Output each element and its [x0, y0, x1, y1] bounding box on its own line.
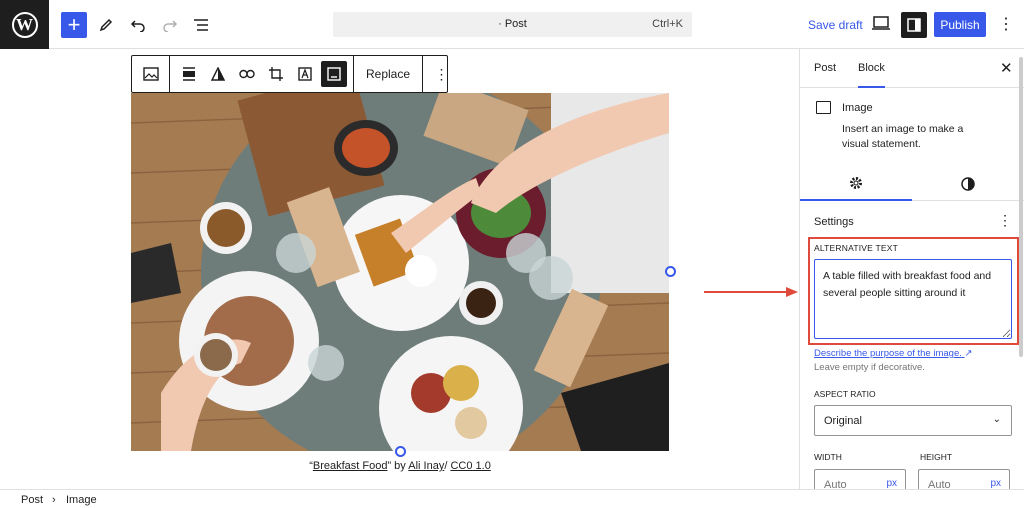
add-block-button[interactable]: + [61, 12, 87, 38]
close-icon[interactable]: ✕ [1000, 59, 1013, 77]
redo-button[interactable] [157, 12, 183, 38]
preview-icon[interactable] [872, 16, 890, 30]
sidebar-icon [907, 18, 921, 32]
half-circle-styles-icon [961, 177, 975, 191]
resize-handle-right[interactable] [665, 266, 676, 277]
height-label: HEIGHT [920, 452, 953, 462]
document-overview-button[interactable] [188, 12, 214, 38]
breadcrumb-image: Image [66, 494, 97, 506]
crop-icon [268, 67, 283, 81]
gear-icon [850, 177, 862, 189]
width-placeholder: Auto [824, 479, 847, 489]
plus-icon: + [67, 12, 81, 37]
text-over-image-button[interactable] [290, 59, 319, 89]
caption-toggle-button[interactable] [321, 61, 347, 87]
aspect-ratio-select[interactable]: Original ⌄ [814, 405, 1012, 436]
wordpress-logo-button[interactable]: W [0, 0, 49, 49]
height-input[interactable]: Auto px [918, 469, 1010, 489]
block-toolbar: Replace ⋮ [131, 55, 449, 93]
link-button[interactable] [232, 59, 261, 89]
list-view-icon [194, 19, 208, 31]
aspect-ratio-label: ASPECT RATIO [814, 389, 876, 399]
settings-sidebar: Post Block ✕ Image Insert an image to ma… [799, 49, 1024, 489]
command-palette-bar[interactable]: · Post Ctrl+K [333, 12, 692, 37]
link-icon [238, 69, 255, 79]
settings-toggle-button[interactable] [901, 12, 927, 38]
redo-icon [163, 20, 178, 32]
sidebar-tabs: Post Block ✕ [800, 49, 1024, 88]
width-input[interactable]: Auto px [814, 469, 906, 489]
options-group: ⋮ [423, 56, 460, 92]
alt-text-help-link-text: Describe the purpose of the image. [814, 348, 962, 359]
sidebar-scrollbar[interactable] [1019, 57, 1023, 357]
replace-button[interactable]: Replace [358, 67, 418, 81]
tab-block[interactable]: Block [858, 62, 885, 88]
tab-settings[interactable] [800, 167, 912, 201]
chevron-down-icon: ⌄ [992, 414, 1001, 425]
tab-post[interactable]: Post [814, 62, 836, 74]
external-link-icon: ↗ [964, 348, 973, 359]
caption-license-link[interactable]: CC0 1.0 [450, 460, 490, 472]
block-title: Image [842, 102, 873, 114]
alt-text-help: Leave empty if decorative. [814, 362, 925, 373]
undo-button[interactable] [125, 12, 151, 38]
image-caption[interactable]: “Breakfast Food” by Ali Inay/ CC0 1.0 [131, 460, 669, 472]
image-tools-group [170, 56, 354, 92]
annotation-arrow [704, 287, 798, 297]
alt-text-label: ALTERNATIVE TEXT [814, 243, 898, 253]
tab-styles[interactable] [912, 167, 1024, 201]
command-bar-label: · Post [498, 18, 527, 30]
block-description: Insert an image to make a visual stateme… [842, 123, 964, 150]
text-over-image-icon [297, 67, 312, 81]
more-options-icon[interactable]: ⋮ [998, 14, 1014, 34]
undo-icon [130, 20, 145, 32]
height-placeholder: Auto [928, 479, 951, 489]
duotone-button[interactable] [203, 59, 232, 89]
caption-author-link[interactable]: Ali Inay [408, 460, 444, 472]
caption-by: by [391, 460, 409, 472]
block-type-group [132, 56, 170, 92]
caption-title-link[interactable]: Breakfast Food [313, 460, 388, 472]
image-icon [142, 67, 159, 81]
command-bar-shortcut: Ctrl+K [652, 18, 683, 30]
aspect-ratio-value: Original [824, 415, 862, 427]
pencil-icon [99, 18, 113, 32]
alt-text-input[interactable]: A table filled with breakfast food and s… [814, 259, 1012, 339]
filter-icon [210, 67, 225, 81]
caption-icon [327, 67, 341, 81]
save-draft-button[interactable]: Save draft [808, 18, 863, 32]
image-block[interactable] [131, 93, 669, 451]
settings-options-icon[interactable]: ⋮ [998, 212, 1012, 229]
align-button[interactable] [174, 59, 203, 89]
crop-button[interactable] [261, 59, 290, 89]
wordpress-icon: W [11, 11, 38, 38]
settings-panel-title: Settings [814, 216, 854, 228]
width-unit[interactable]: px [886, 478, 897, 489]
publish-button[interactable]: Publish [934, 12, 986, 37]
height-unit[interactable]: px [990, 478, 1001, 489]
breakfast-table-photo [131, 93, 669, 451]
width-label: WIDTH [814, 452, 842, 462]
alt-text-help-link[interactable]: Describe the purpose of the image. ↗ [814, 348, 972, 359]
block-options-button[interactable]: ⋮ [427, 59, 456, 89]
align-icon [182, 67, 195, 81]
more-vertical-icon: ⋮ [434, 65, 449, 82]
tools-button[interactable] [93, 12, 119, 38]
replace-group: Replace [354, 56, 424, 92]
resize-handle-bottom[interactable] [395, 446, 406, 457]
breadcrumb: Post › Image [0, 489, 1024, 508]
breadcrumb-post[interactable]: Post [21, 494, 43, 506]
image-block-switcher[interactable] [136, 59, 165, 89]
editor-header: W + · Post Ctrl+K Save draft Publish ⋮ [0, 0, 1024, 49]
breadcrumb-chevron-icon: › [52, 494, 56, 506]
image-icon [816, 101, 831, 114]
block-inspector-tabs [800, 167, 1024, 201]
